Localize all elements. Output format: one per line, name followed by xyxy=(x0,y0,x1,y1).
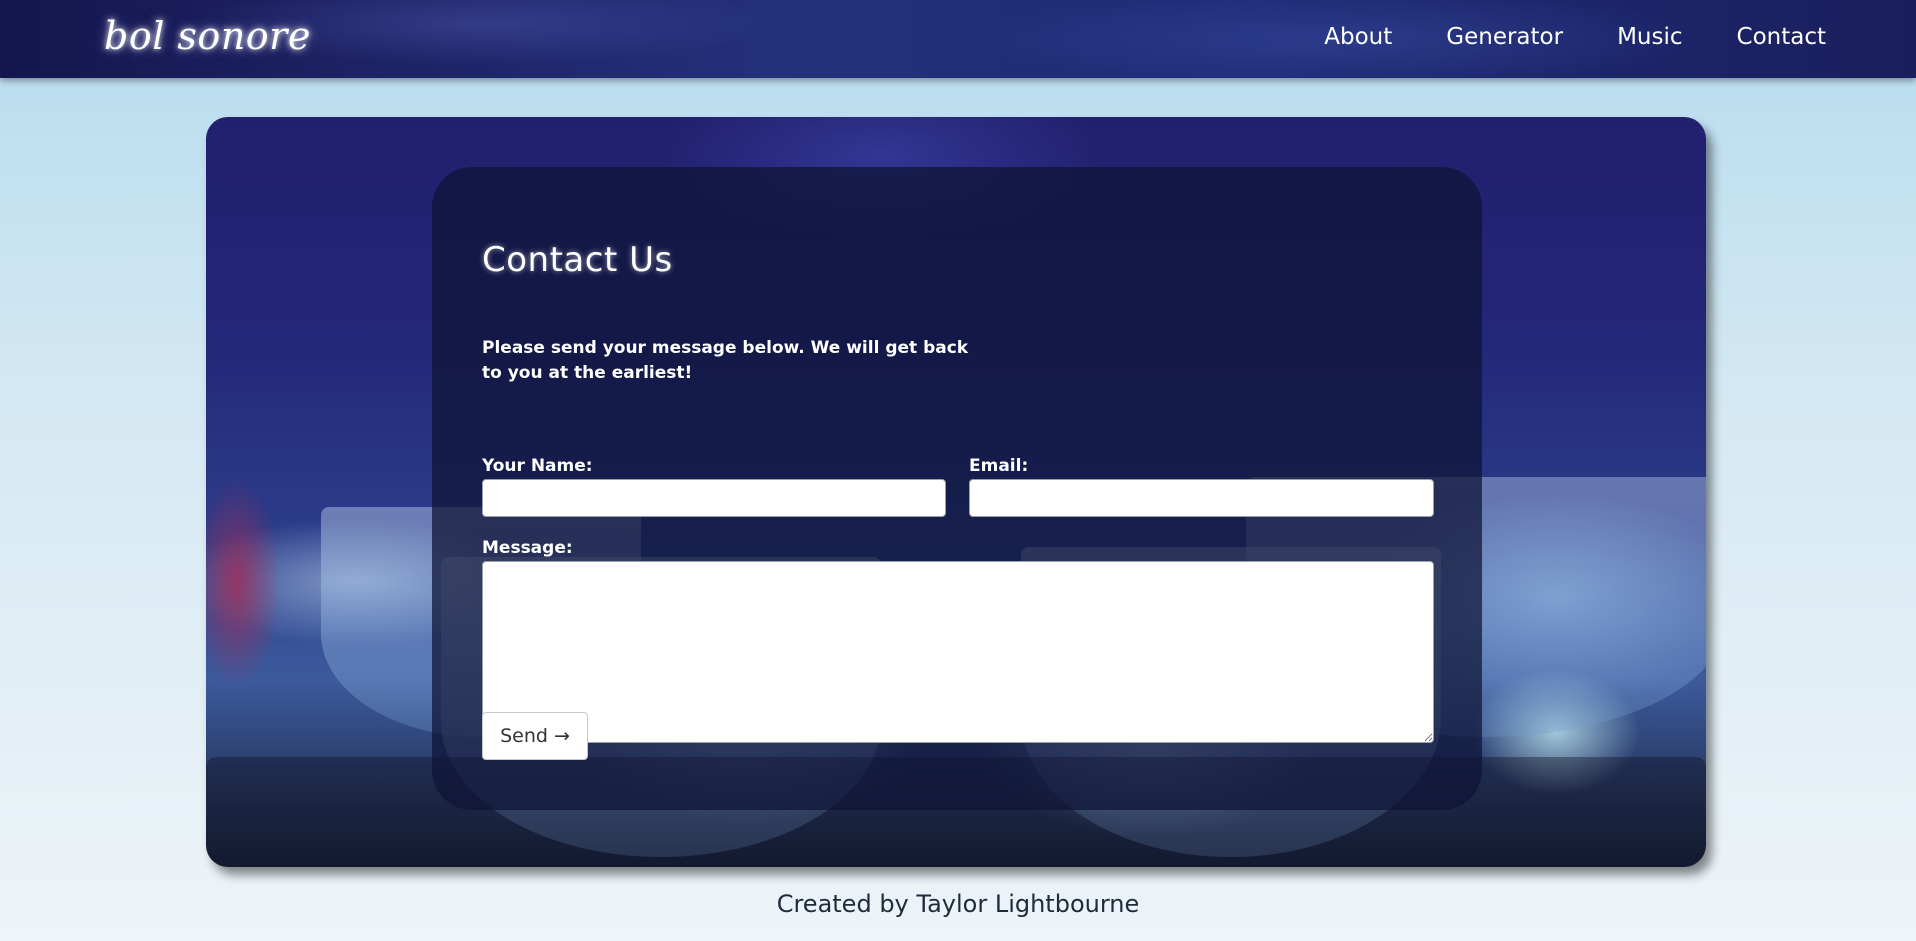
name-input[interactable] xyxy=(482,479,946,517)
footer-credit: Created by Taylor Lightbourne xyxy=(776,890,1140,918)
nav-menu: About Generator Music Contact xyxy=(1324,24,1826,50)
contact-form-card: Contact Us Please send your message belo… xyxy=(432,167,1482,810)
nav-link-about[interactable]: About xyxy=(1324,24,1392,50)
name-label: Your Name: xyxy=(482,456,593,476)
message-label: Message: xyxy=(482,538,573,558)
nav-link-contact[interactable]: Contact xyxy=(1737,24,1826,50)
email-label: Email: xyxy=(969,456,1029,476)
brand-logo-link[interactable]: bol sonore xyxy=(104,14,311,58)
send-button[interactable]: Send → xyxy=(482,712,588,760)
nav-link-music[interactable]: Music xyxy=(1617,24,1682,50)
contact-description: Please send your message below. We will … xyxy=(482,338,969,383)
message-textarea[interactable] xyxy=(482,561,1434,743)
email-input[interactable] xyxy=(969,479,1434,517)
nav-link-generator[interactable]: Generator xyxy=(1446,24,1563,50)
contact-title: Contact Us xyxy=(482,240,673,280)
top-navbar: bol sonore About Generator Music Contact xyxy=(0,0,1916,78)
singing-bowls-background-panel: Contact Us Please send your message belo… xyxy=(206,117,1706,867)
